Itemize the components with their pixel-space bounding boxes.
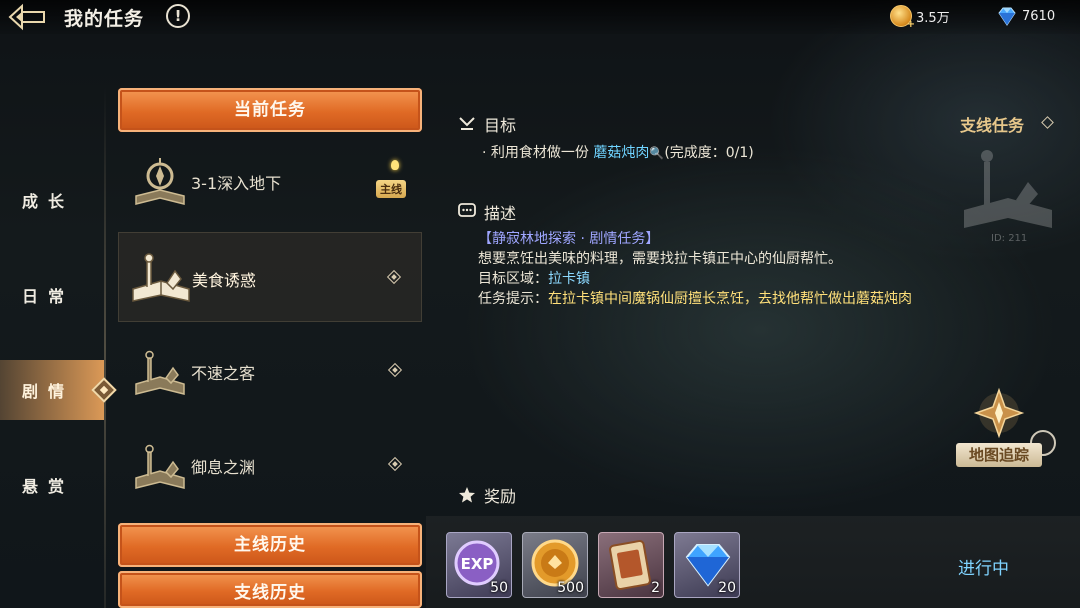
- nav-item-bounty[interactable]: 悬赏: [0, 455, 104, 515]
- quest-id: ID: 211: [991, 233, 1028, 244]
- page-title: 我的任务: [64, 8, 145, 30]
- nav-item-label: 剧情: [22, 382, 75, 401]
- nav-item-story[interactable]: 剧情: [0, 360, 104, 420]
- reward-item-coin[interactable]: 500: [522, 532, 588, 598]
- quest-name: 御息之渊: [191, 458, 256, 477]
- star-icon: [459, 487, 475, 503]
- goal-prefix: · 利用食材做一份: [482, 145, 589, 161]
- reward-qty: 50: [490, 580, 508, 596]
- map-track-button[interactable]: 地图追踪: [956, 443, 1042, 467]
- reward-item-exp[interactable]: EXP 50: [446, 532, 512, 598]
- quest-name: 3-1深入地下: [191, 174, 282, 193]
- side-history-button[interactable]: 支线历史: [118, 571, 422, 608]
- hint-value: 在拉卡镇中间魔锅仙厨擅长烹饪，去找他帮忙做出蘑菇炖肉: [548, 291, 912, 307]
- quest-name: 美食诱惑: [192, 271, 257, 290]
- coin-counter[interactable]: 3.5万: [890, 4, 950, 30]
- exp-label: EXP: [461, 555, 494, 573]
- description: 【静寂林地探索 · 剧情任务】 想要烹饪出美味的料理，需要找拉卡镇正中心的仙厨帮…: [478, 229, 968, 309]
- diamond-icon: [386, 269, 402, 285]
- gem-icon: [998, 7, 1016, 26]
- main-quest-tag: 主线: [376, 180, 406, 198]
- goal-item-link[interactable]: 蘑菇炖肉: [593, 145, 649, 161]
- quest-name: 不速之客: [191, 364, 256, 383]
- current-quests-button[interactable]: 当前任务: [118, 88, 422, 132]
- area-label: 目标区域：: [478, 271, 548, 287]
- nav-item-daily[interactable]: 日常: [0, 265, 104, 325]
- nav-item-label: 日常: [22, 287, 75, 306]
- diamond-icon: [387, 456, 403, 472]
- desc-text: 想要烹饪出美味的料理，需要找拉卡镇正中心的仙厨帮忙。: [478, 251, 842, 267]
- lightbulb-icon: [391, 160, 399, 170]
- quest-status: 进行中: [958, 559, 1009, 579]
- nav-item-label: 成长: [22, 192, 75, 211]
- reward-qty: 2: [651, 580, 660, 596]
- quest-book-watermark-icon: [964, 150, 1052, 228]
- rewards-title: 奖励: [484, 487, 517, 506]
- top-bar: 我的任务 ! 3.5万 7610: [0, 0, 1080, 34]
- reward-item-diamond[interactable]: 20: [674, 532, 740, 598]
- reward-item-card[interactable]: 2: [598, 532, 664, 598]
- quest-item-selected[interactable]: 美食诱惑: [118, 232, 422, 322]
- target-icon: [459, 117, 475, 130]
- diamond-icon: [1041, 116, 1054, 129]
- back-arrow-icon: [8, 3, 45, 31]
- chat-bubble-icon: [458, 203, 476, 217]
- branch-quest-label: 支线任务: [960, 116, 1025, 135]
- desc-title: 描述: [484, 204, 517, 223]
- nav-divider: [104, 86, 106, 608]
- goal-title: 目标: [484, 116, 517, 135]
- coin-icon: [890, 5, 915, 30]
- reward-qty: 20: [718, 580, 736, 596]
- main-history-button[interactable]: 主线历史: [118, 523, 422, 567]
- back-button[interactable]: [6, 3, 46, 31]
- gem-counter[interactable]: 7610: [996, 4, 1055, 28]
- quest-item[interactable]: 不速之客: [118, 326, 422, 416]
- compass-book-icon: [135, 158, 185, 205]
- goal-progress: (完成度：0/1): [664, 145, 754, 161]
- diamond-icon: [387, 362, 403, 378]
- book-icon: [135, 444, 185, 489]
- area-value[interactable]: 拉卡镇: [548, 271, 590, 287]
- quest-item[interactable]: 御息之渊: [118, 420, 422, 510]
- hint-label: 任务提示：: [478, 291, 548, 307]
- reward-qty: 500: [557, 580, 584, 596]
- desc-tag: 【静寂林地探索 · 剧情任务】: [478, 231, 660, 247]
- book-icon: [135, 350, 185, 395]
- gem-amount: 7610: [1022, 8, 1056, 24]
- nav-item-growth[interactable]: 成长: [0, 170, 104, 230]
- goal-line: · 利用食材做一份 蘑菇炖肉🔍(完成度：0/1): [482, 142, 754, 162]
- nav-item-label: 悬赏: [22, 477, 75, 496]
- quest-item-main[interactable]: 3-1深入地下 主线: [118, 136, 422, 226]
- magnifier-icon[interactable]: 🔍: [649, 146, 664, 160]
- help-icon[interactable]: !: [166, 4, 190, 28]
- book-icon: [132, 253, 190, 302]
- coin-amount: 3.5万: [916, 10, 950, 26]
- map-track-icon[interactable]: [972, 386, 1026, 440]
